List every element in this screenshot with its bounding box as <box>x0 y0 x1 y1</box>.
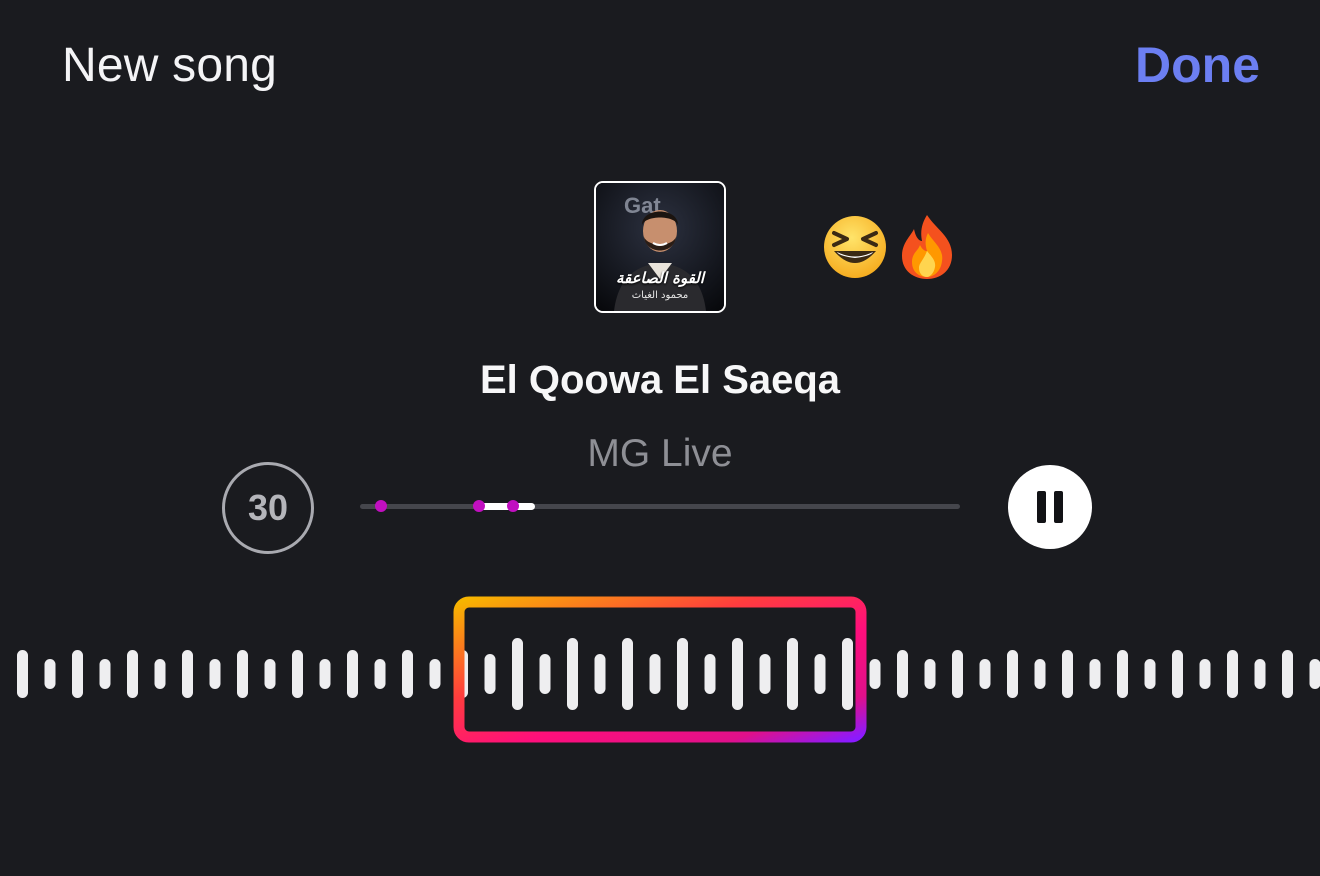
waveform-bar <box>209 659 221 689</box>
album-cover-title: القوة الصاعقة <box>615 269 705 287</box>
waveform-bar <box>1199 659 1211 689</box>
clip-duration-button[interactable]: 30 <box>222 462 314 554</box>
waveform-selector[interactable] <box>0 590 1320 760</box>
waveform-bar <box>842 638 853 710</box>
waveform-bar <box>869 659 881 689</box>
album-cover-subtitle: محمود الغياث <box>631 290 689 301</box>
waveform-bars <box>17 638 1320 710</box>
waveform-bar <box>1089 659 1101 689</box>
waveform-bar <box>567 638 578 710</box>
waveform-bar <box>292 650 303 698</box>
waveform-bar <box>347 650 358 698</box>
waveform-bar <box>924 659 936 689</box>
waveform-bar <box>402 650 413 698</box>
waveform-bar <box>1034 659 1046 689</box>
reaction-emojis <box>820 206 962 286</box>
waveform-bar <box>897 650 908 698</box>
waveform-bar <box>182 650 193 698</box>
waveform-bar <box>814 654 826 694</box>
waveform-bar <box>1144 659 1156 689</box>
waveform-bar <box>1007 650 1018 698</box>
album-cover: Gat القوة الصاعقة محمود الغياث <box>594 181 726 313</box>
waveform-bar <box>732 638 743 710</box>
waveform-bar <box>264 659 276 689</box>
waveform-bar <box>44 659 56 689</box>
pause-icon <box>1037 491 1063 523</box>
waveform-bar <box>787 638 798 710</box>
waveform-bar <box>72 650 83 698</box>
waveform-bar <box>429 659 441 689</box>
waveform-bar <box>1282 650 1293 698</box>
waveform-bar <box>374 659 386 689</box>
scrubber-marker <box>375 500 387 512</box>
waveform-bar <box>622 638 633 710</box>
waveform-bar <box>759 654 771 694</box>
waveform-bar <box>704 654 716 694</box>
fire-emoji <box>902 215 952 279</box>
song-title: El Qoowa El Saeqa <box>479 358 841 402</box>
waveform-bar <box>979 659 991 689</box>
waveform-bar <box>154 659 166 689</box>
scrubber-marker <box>507 500 519 512</box>
grinning-squinting-face-emoji <box>824 216 886 278</box>
waveform-bar <box>677 638 688 710</box>
done-button[interactable]: Done <box>1135 36 1260 94</box>
waveform-bar <box>1227 650 1238 698</box>
waveform-bar <box>99 659 111 689</box>
playback-scrubber[interactable] <box>360 500 960 512</box>
waveform-bar <box>17 650 28 698</box>
pause-button[interactable] <box>1008 465 1092 549</box>
waveform-bar <box>512 638 523 710</box>
waveform-bar <box>649 654 661 694</box>
waveform-bar <box>127 650 138 698</box>
waveform-bar <box>1117 650 1128 698</box>
waveform-bar <box>1062 650 1073 698</box>
waveform-bar <box>484 654 496 694</box>
waveform-bar <box>1254 659 1266 689</box>
song-artist: MG Live <box>587 432 733 475</box>
waveform-bar <box>539 654 551 694</box>
scrubber-marker <box>473 500 485 512</box>
waveform-bar <box>1309 659 1320 689</box>
waveform-bar <box>319 659 331 689</box>
waveform-bar <box>594 654 606 694</box>
waveform-bar <box>1172 650 1183 698</box>
waveform-bar <box>237 650 248 698</box>
waveform-bar <box>952 650 963 698</box>
page-title: New song <box>62 39 278 92</box>
